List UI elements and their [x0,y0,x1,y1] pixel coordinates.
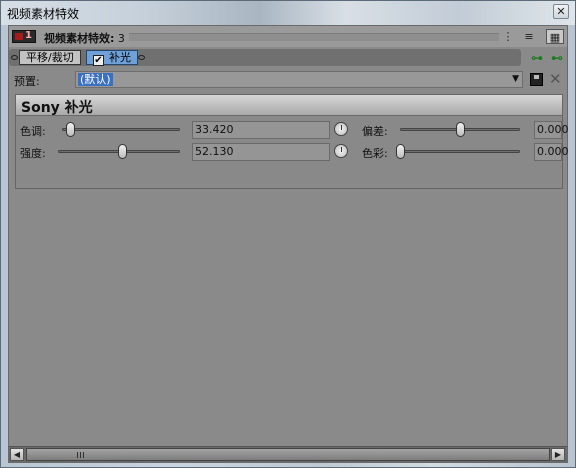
list-view-icon[interactable]: ≡ [520,29,538,44]
param-label: 偏差: [362,125,388,138]
window: 视频素材特效 ✕ 1 视频素材特效: 3 ⋮ ≡ ▦ 平移/裁切 ✔ 补光 ⊶ … [0,0,576,468]
chain-item-label: 平移/裁切 [26,51,74,64]
window-title: 视频素材特效 [7,7,80,21]
track-badge: 1 [12,30,36,43]
scroll-right-icon[interactable]: ▶ [551,448,565,461]
chain-item-pan-crop[interactable]: 平移/裁切 [19,50,81,65]
track-number: 1 [25,30,32,41]
vertical-dots-icon[interactable]: ⋮ [499,29,517,44]
horizontal-scrollbar[interactable]: ◀ ▶ [9,446,567,462]
color-slider-thumb[interactable] [396,144,405,159]
plugin-title: Sony 补光 [21,100,93,116]
chain-item-light[interactable]: ✔ 补光 [86,50,138,66]
param-label: 强度: [20,147,46,160]
track-color-swatch [15,33,23,40]
preset-label: 预置: [14,75,40,88]
bias-slider-thumb[interactable] [456,122,465,137]
hue-value-field[interactable]: 33.420 [192,121,330,139]
scrollbar-grip-icon [77,452,85,458]
chain-start-connector-icon [11,55,18,60]
plugin-panel: Sony 补光 色调: 33.420 偏差: 0.000 强度: 52.130 … [15,94,569,189]
param-label: 色调: [20,125,46,138]
param-label: 色彩: [362,147,388,160]
checkbox-checked-icon[interactable]: ✔ [93,55,104,66]
param-row-hue: 色调: 33.420 偏差: 0.000 [16,119,569,141]
animate-clock-icon[interactable] [334,144,348,158]
effects-label: 视频素材特效: [44,32,115,45]
preset-row: 预置: (默认) ▼ ✕ [9,69,567,91]
hue-slider[interactable] [62,128,180,131]
preset-value: (默认) [78,73,113,86]
plugin-chain: 平移/裁切 ✔ 补光 ⊶ ⊷ [9,47,567,68]
scrollbar-thumb[interactable] [26,448,550,461]
scroll-left-icon[interactable]: ◀ [10,448,24,461]
animate-clock-icon[interactable] [334,122,348,136]
color-value-field[interactable]: 0.000 [534,143,569,161]
title-bar[interactable]: 视频素材特效 ✕ [1,1,575,25]
client-area: 1 视频素材特效: 3 ⋮ ≡ ▦ 平移/裁切 ✔ 补光 ⊶ ⊷ 预置: (默认… [8,25,569,463]
color-slider[interactable] [400,150,520,153]
effects-title: 视频素材特效: 3 [44,30,125,46]
delete-preset-icon[interactable]: ✕ [549,71,562,88]
remove-plugin-icon[interactable]: ⊷ [549,51,565,65]
hue-slider-thumb[interactable] [66,122,75,137]
chain-item-label: 补光 [109,51,131,64]
effects-count: 3 [117,32,125,45]
preset-dropdown[interactable]: (默认) ▼ [75,71,523,88]
grid-view-icon[interactable]: ▦ [546,29,564,44]
close-button[interactable]: ✕ [553,4,569,19]
dropdown-arrow-icon[interactable]: ▼ [512,72,519,87]
effects-header: 1 视频素材特效: 3 ⋮ ≡ ▦ [9,26,567,47]
plugin-header: Sony 补光 [16,95,562,116]
param-row-strength: 强度: 52.130 色彩: 0.000 [16,141,569,163]
strength-slider-thumb[interactable] [118,144,127,159]
chain-end-connector-icon [138,55,145,60]
strength-value-field[interactable]: 52.130 [192,143,330,161]
save-preset-icon[interactable] [530,73,543,86]
header-separator [129,33,499,41]
insert-plugin-icon[interactable]: ⊶ [529,51,545,65]
bias-value-field[interactable]: 0.000 [534,121,569,139]
